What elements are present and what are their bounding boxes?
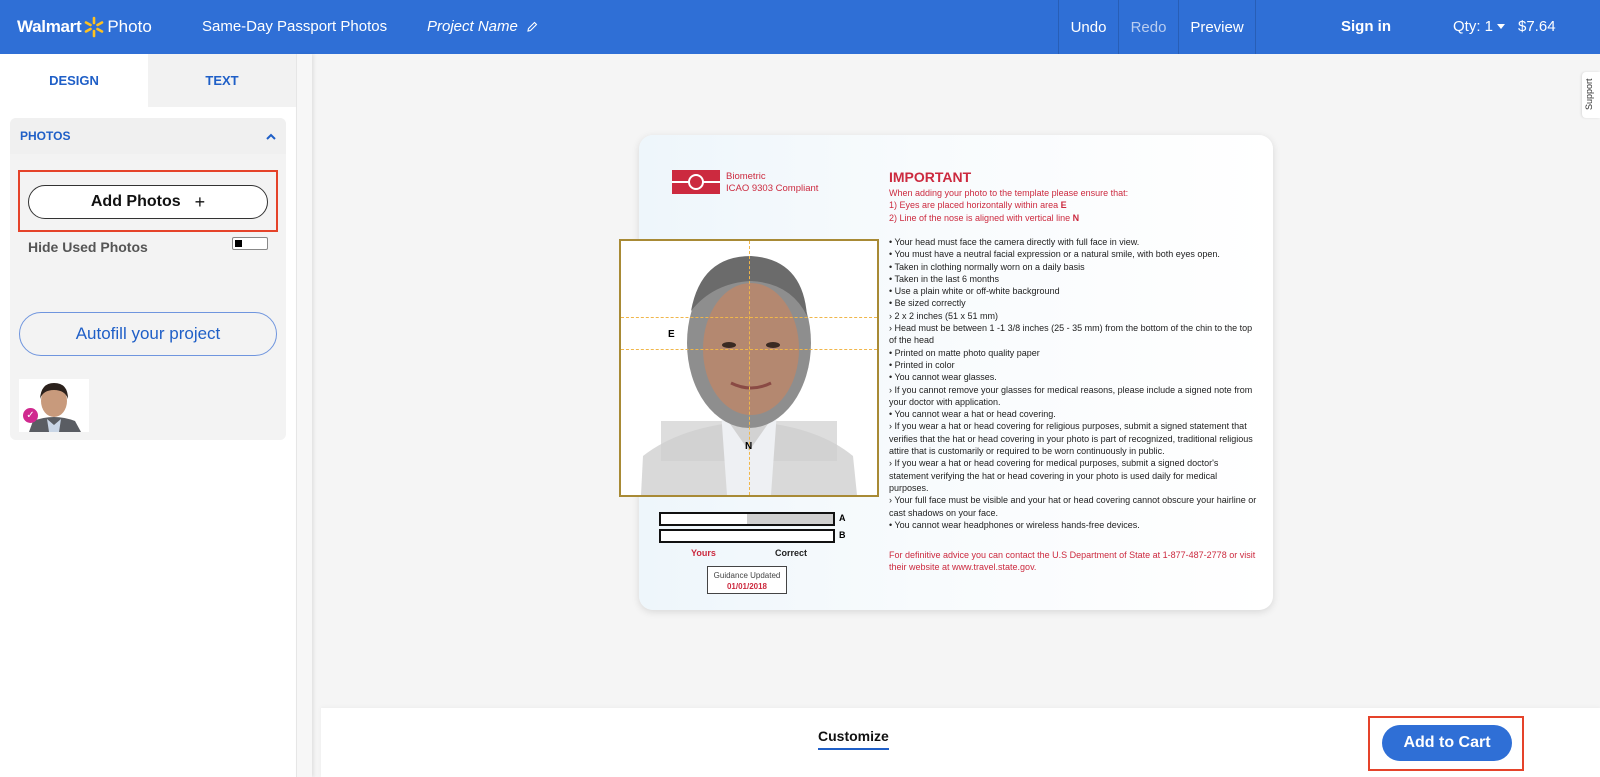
customize-tab[interactable]: Customize	[818, 728, 889, 750]
undo-button[interactable]: Undo	[1058, 0, 1118, 54]
redo-button[interactable]: Redo	[1118, 0, 1178, 54]
support-tab[interactable]: Support	[1582, 72, 1600, 118]
photos-section-title: PHOTOS	[20, 129, 71, 143]
toggle-knob	[235, 240, 242, 247]
rule-item: › If you wear a hat or head covering for…	[889, 458, 1219, 493]
sidebar-tabs: DESIGN TEXT	[0, 54, 296, 107]
rules-list: • Your head must face the camera directl…	[889, 236, 1259, 531]
nose-line-label: N	[745, 441, 753, 452]
passport-photo-frame[interactable]: E N	[619, 239, 879, 497]
tab-design[interactable]: DESIGN	[0, 54, 148, 107]
pencil-icon	[527, 21, 538, 32]
rule-item: › If you wear a hat or head covering for…	[889, 421, 1253, 457]
size-bar-a	[659, 512, 835, 526]
plus-icon: +	[194, 191, 206, 212]
sign-in-link[interactable]: Sign in	[1341, 18, 1391, 35]
icao-label: ICAO 9303 Compliant	[726, 183, 819, 194]
intro-line: When adding your photo to the template p…	[889, 188, 1129, 198]
step-1: 1) Eyes are placed horizontally within a…	[889, 200, 1067, 211]
preview-button[interactable]: Preview	[1178, 0, 1256, 54]
quantity-value: Qty: 1	[1453, 18, 1494, 35]
portrait-thumbnail-image	[19, 379, 89, 432]
photo-thumbnail[interactable]	[19, 379, 89, 432]
walmart-photo-logo[interactable]: Walmart Photo	[17, 16, 152, 38]
top-header: Walmart Photo Same-Day Passport Photos P…	[0, 0, 1600, 54]
guidance-label: Guidance Updated	[713, 571, 781, 580]
selected-check-icon: ✓	[23, 408, 38, 423]
rule-item: • You cannot wear glasses.	[889, 372, 997, 383]
rule-item: › Your full face must be visible and you…	[889, 495, 1257, 518]
rule-item: • Your head must face the camera directl…	[889, 237, 1140, 247]
quantity-dropdown[interactable]: Qty: 1	[1453, 18, 1506, 35]
step-2: 2) Line of the nose is aligned with vert…	[889, 212, 1080, 223]
size-bar-b	[659, 529, 835, 543]
guidance-updated-box: Guidance Updated 01/01/2018	[707, 566, 787, 594]
advice-text: For definitive advice you can contact th…	[889, 550, 1256, 573]
rule-item: › 2 x 2 inches (51 x 51 mm)	[889, 310, 999, 321]
rule-item: • Use a plain white or off-white backgro…	[889, 286, 1060, 297]
rule-item: › If you cannot remove your glasses for …	[889, 384, 1253, 407]
rule-item: • Printed in color	[889, 359, 955, 370]
eye-zone-label: E	[668, 329, 675, 340]
biometric-label: Biometric	[726, 171, 766, 182]
add-to-cart-button[interactable]: Add to Cart	[1382, 725, 1512, 761]
support-label: Support	[1584, 78, 1594, 110]
product-title: Same-Day Passport Photos	[202, 18, 388, 35]
nose-line-guide	[749, 241, 750, 495]
important-title: IMPORTANT	[889, 169, 972, 185]
logo-product: Photo	[107, 17, 152, 36]
correct-label: Correct	[775, 548, 808, 558]
caret-down-icon	[1497, 24, 1506, 29]
rule-item: • Taken in clothing normally worn on a d…	[889, 261, 1085, 272]
passport-template: Biometric ICAO 9303 Compliant IMPORTANT …	[619, 135, 1273, 610]
rule-item: • You must have a neutral facial express…	[889, 249, 1220, 260]
important-instructions: When adding your photo to the template p…	[889, 187, 1128, 224]
rule-item: • Be sized correctly	[889, 298, 966, 309]
autofill-button[interactable]: Autofill your project	[19, 312, 277, 356]
rule-item: • You cannot wear a hat or head covering…	[889, 409, 1056, 420]
chevron-up-icon	[266, 133, 276, 140]
bar-a-label: A	[839, 513, 846, 523]
photos-panel: PHOTOS Add Photos + Hide Used Photos Aut…	[10, 118, 286, 440]
bar-b-label: B	[839, 530, 846, 540]
guidance-date: 01/01/2018	[726, 582, 768, 591]
project-name-edit[interactable]: Project Name	[427, 18, 538, 35]
rule-item: • Printed on matte photo quality paper	[889, 347, 1040, 358]
photos-section-header[interactable]: PHOTOS	[10, 118, 286, 154]
rule-item: › Head must be between 1 -1 3/8 inches (…	[889, 323, 1253, 346]
rule-item: • Taken in the last 6 months	[889, 273, 1000, 284]
sidebar: DESIGN TEXT PHOTOS Add Photos + Hide Use…	[0, 54, 296, 777]
rule-item: • You cannot wear headphones or wireless…	[889, 519, 1140, 530]
biometric-logo-icon	[672, 170, 720, 194]
sidebar-divider	[296, 54, 312, 777]
tab-text[interactable]: TEXT	[148, 54, 296, 107]
yours-label: Yours	[691, 548, 716, 558]
hide-used-photos-toggle[interactable]	[232, 237, 268, 250]
project-name: Project Name	[427, 18, 518, 35]
add-photos-label: Add Photos	[90, 193, 181, 210]
add-photos-button[interactable]: Add Photos +	[28, 185, 268, 219]
price: $7.64	[1518, 18, 1556, 35]
logo-brand: Walmart	[17, 17, 82, 36]
hide-used-photos-label: Hide Used Photos	[28, 239, 148, 255]
spark-icon	[85, 16, 104, 38]
biometric-text: Biometric ICAO 9303 Compliant	[726, 171, 818, 195]
